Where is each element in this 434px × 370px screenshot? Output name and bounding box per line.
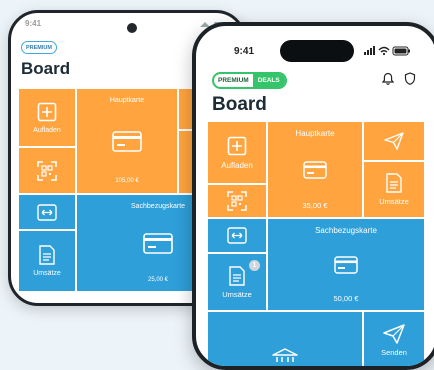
qr-scan-icon bbox=[37, 160, 57, 181]
document-icon bbox=[386, 173, 402, 193]
paper-plane-icon bbox=[383, 324, 405, 344]
tile-hauptkarte-amount: 105,00 € bbox=[115, 178, 139, 184]
page-title: Board bbox=[21, 59, 71, 78]
paper-plane-icon bbox=[384, 132, 404, 150]
wifi-icon bbox=[378, 46, 390, 56]
tile-sachbezugskarte-label: Sachbezugskarte bbox=[315, 226, 377, 235]
plus-square-icon bbox=[227, 136, 247, 155]
premium-badge[interactable]: PREMIUM bbox=[21, 41, 57, 54]
tile-qr-scan[interactable] bbox=[19, 148, 75, 193]
tile-sachbezugskarte-amount: 50,00 € bbox=[333, 293, 359, 303]
page-title: Board bbox=[212, 94, 267, 115]
front-phone: 9:41 PREMIUM DEALS Board Aufladen Hauptk… bbox=[192, 22, 434, 370]
tile-senden-bottom[interactable]: Senden bbox=[364, 312, 424, 366]
bank-icon bbox=[272, 348, 298, 362]
status-time-faded: 9:41 bbox=[25, 19, 42, 28]
status-icons bbox=[364, 46, 410, 56]
tile-bank[interactable] bbox=[208, 312, 362, 366]
tile-senden-label: Senden bbox=[381, 348, 407, 357]
tile-sachbezugskarte-amount: 25,00 € bbox=[147, 277, 169, 283]
tile-transfer[interactable] bbox=[208, 219, 266, 252]
front-camera bbox=[127, 23, 137, 33]
tile-aufladen-label: Aufladen bbox=[33, 126, 61, 134]
card-icon bbox=[143, 232, 173, 254]
plus-square-icon bbox=[37, 102, 57, 121]
tile-senden[interactable] bbox=[364, 122, 424, 160]
premium-label: PREMIUM bbox=[218, 77, 249, 84]
tile-umsaetze[interactable]: Umsätze bbox=[19, 231, 75, 291]
tile-hauptkarte-label: Hauptkarte bbox=[109, 97, 145, 104]
card-icon bbox=[112, 130, 142, 152]
tile-umsaetze-top-label: Umsätze bbox=[379, 197, 409, 207]
tile-umsaetze[interactable]: Umsätze 1 bbox=[208, 254, 266, 310]
bell-icon[interactable] bbox=[382, 72, 394, 85]
tile-aufladen[interactable]: Aufladen bbox=[19, 89, 75, 146]
tile-umsaetze-label: Umsätze bbox=[33, 270, 61, 277]
tile-aufladen[interactable]: Aufladen bbox=[208, 122, 266, 183]
dynamic-island bbox=[280, 40, 354, 62]
tile-sachbezugskarte[interactable]: Sachbezugskarte 50,00 € bbox=[268, 219, 424, 310]
deals-label: DEALS bbox=[252, 74, 285, 87]
card-icon bbox=[334, 255, 358, 274]
tile-transfer[interactable] bbox=[19, 195, 75, 229]
battery-icon bbox=[392, 46, 410, 56]
tile-aufladen-label: Aufladen bbox=[221, 160, 253, 170]
tile-umsaetze-label: Umsätze bbox=[222, 289, 252, 299]
transfer-arrows-icon bbox=[37, 203, 57, 221]
document-icon bbox=[39, 245, 55, 265]
transfer-arrows-icon bbox=[227, 227, 247, 244]
notification-badge: 1 bbox=[249, 260, 260, 271]
tile-hauptkarte[interactable]: Hauptkarte 105,00 € bbox=[77, 89, 177, 193]
qr-scan-icon bbox=[227, 191, 247, 211]
document-icon bbox=[229, 266, 245, 286]
tile-hauptkarte-amount: 35,00 € bbox=[302, 200, 328, 210]
tile-umsaetze-top[interactable]: Umsätze bbox=[364, 162, 424, 217]
tile-hauptkarte[interactable]: Hauptkarte 35,00 € bbox=[268, 122, 362, 217]
status-time: 9:41 bbox=[234, 46, 255, 57]
card-icon bbox=[303, 160, 327, 179]
premium-deals-badge[interactable]: PREMIUM DEALS bbox=[212, 72, 287, 89]
tile-hauptkarte-label: Hauptkarte bbox=[295, 129, 335, 138]
signal-icon bbox=[364, 46, 375, 55]
tile-qr-scan[interactable] bbox=[208, 185, 266, 217]
shield-icon[interactable] bbox=[404, 72, 416, 85]
